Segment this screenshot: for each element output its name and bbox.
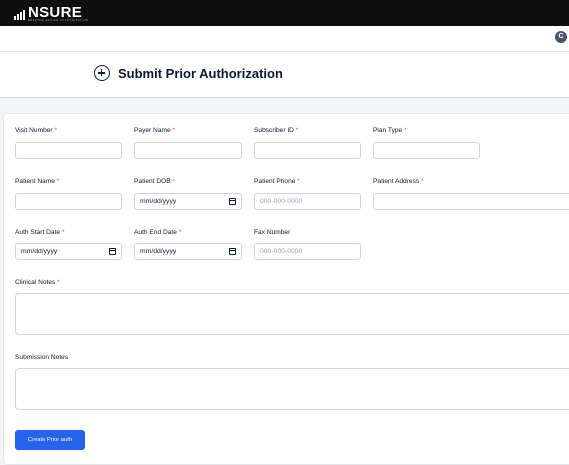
- fax-number-input[interactable]: 000-000-0000: [254, 243, 361, 260]
- patient-name-label: Patient Name *: [15, 178, 60, 185]
- patient-dob-value: mm/dd/yyyy: [140, 198, 177, 205]
- payer-name-label: Payer Name *: [134, 127, 176, 134]
- fax-number-label: Fax Number: [254, 229, 291, 236]
- page-header: [0, 52, 569, 98]
- visit-number-input[interactable]: [15, 142, 122, 159]
- auth-end-date-label: Auth End Date *: [134, 229, 182, 236]
- user-avatar[interactable]: C: [555, 31, 567, 43]
- auth-end-date-value: mm/dd/yyyy: [140, 248, 177, 255]
- create-prior-auth-button[interactable]: Create Prior auth: [15, 430, 85, 450]
- payer-name-input[interactable]: [134, 142, 242, 159]
- clinical-notes-textarea[interactable]: [15, 293, 569, 335]
- patient-name-input[interactable]: [15, 193, 122, 210]
- patient-dob-input[interactable]: mm/dd/yyyy: [134, 193, 242, 210]
- plan-type-label: Plan Type *: [373, 127, 407, 134]
- logo-bars-icon: [14, 10, 25, 20]
- form-card: [3, 113, 569, 465]
- auth-end-date-input[interactable]: mm/dd/yyyy: [134, 243, 242, 260]
- page-title: Submit Prior Authorization: [118, 66, 283, 81]
- patient-dob-label: Patient DOB *: [134, 178, 176, 185]
- visit-number-label: Visit Number *: [15, 127, 58, 134]
- plan-type-input[interactable]: [373, 142, 480, 159]
- submission-notes-textarea[interactable]: [15, 368, 569, 410]
- submission-notes-label: Submission Notes: [15, 354, 69, 361]
- logo[interactable]: NSURE BREATHE EASIER AUTHORIZATION: [14, 3, 94, 23]
- auth-start-date-input[interactable]: mm/dd/yyyy: [15, 243, 122, 260]
- calendar-icon[interactable]: [109, 248, 116, 255]
- top-bar: NSURE BREATHE EASIER AUTHORIZATION: [0, 0, 569, 26]
- clinical-notes-label: Clinical Notes *: [15, 279, 60, 286]
- sidebar-gap: [0, 52, 92, 97]
- auth-start-date-value: mm/dd/yyyy: [21, 248, 58, 255]
- patient-address-label: Patient Address *: [373, 178, 424, 185]
- patient-address-input[interactable]: [373, 193, 569, 210]
- subscriber-id-label: Subscriber ID *: [254, 127, 299, 134]
- subscriber-id-input[interactable]: [254, 142, 361, 159]
- calendar-icon[interactable]: [229, 198, 236, 205]
- plus-circle-icon: [94, 65, 110, 81]
- calendar-icon[interactable]: [229, 248, 236, 255]
- patient-phone-input[interactable]: 000-000-0000: [254, 193, 361, 210]
- header: C: [0, 26, 569, 52]
- auth-start-date-label: Auth Start Date *: [15, 229, 65, 236]
- logo-tagline: BREATHE EASIER AUTHORIZATION: [28, 19, 89, 22]
- patient-phone-label: Patient Phone *: [254, 178, 300, 185]
